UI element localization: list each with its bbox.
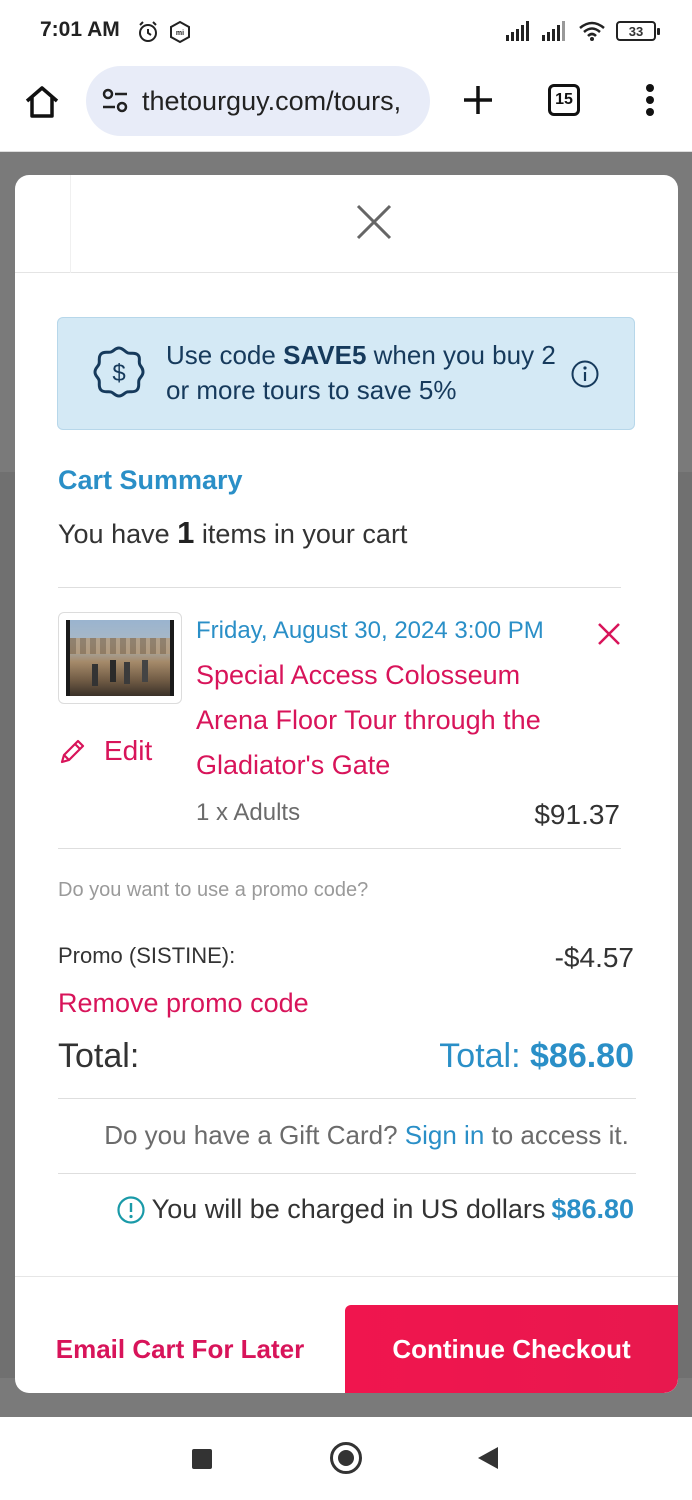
items-prefix: You have <box>58 519 178 549</box>
status-time: 7:01 AM <box>40 18 120 41</box>
total-label: Total: <box>58 1037 140 1075</box>
total-amount: $86.80 <box>530 1037 634 1075</box>
battery-icon: 33 <box>616 21 660 41</box>
tour-title[interactable]: Special Access Colosseum Arena Floor Tou… <box>196 653 596 788</box>
wifi-icon <box>579 21 605 41</box>
total-prefix: Total: <box>439 1037 530 1075</box>
recents-icon[interactable] <box>192 1449 212 1469</box>
divider <box>58 848 621 849</box>
promo-banner-text: Use code SAVE5 when you buy 2 or more to… <box>166 338 566 408</box>
edit-label[interactable]: Edit <box>104 735 152 767</box>
browser-toolbar: thetourguy.com/tours, 15 <box>0 62 692 152</box>
tour-date: Friday, August 30, 2024 3:00 PM <box>196 617 544 644</box>
items-suffix: items in your cart <box>194 519 408 549</box>
remove-promo-link[interactable]: Remove promo code <box>58 988 309 1019</box>
tour-quantity: 1 x Adults <box>196 799 301 826</box>
info-icon <box>117 1195 145 1224</box>
promo-code-prompt[interactable]: Do you want to use a promo code? <box>58 879 368 902</box>
gift-card-prompt: Do you have a Gift Card? Sign in to acce… <box>15 1120 678 1151</box>
tabs-icon[interactable]: 15 <box>548 84 580 116</box>
cart-modal: $ Use code SAVE5 when you buy 2 or more … <box>15 175 678 1393</box>
system-nav-bar <box>0 1417 692 1500</box>
charge-text: You will be charged in US dollars <box>151 1194 546 1224</box>
divider <box>58 587 621 588</box>
giftcard-text-after: to access it. <box>484 1120 629 1150</box>
modal-header <box>15 175 678 273</box>
tour-price: $91.37 <box>534 799 620 830</box>
items-count: 1 <box>177 515 195 550</box>
url-bar[interactable]: thetourguy.com/tours, <box>86 66 430 136</box>
pencil-icon <box>60 739 85 764</box>
new-tab-plus-icon[interactable] <box>458 80 498 120</box>
promo-code: SAVE5 <box>283 340 367 370</box>
currency-notice: You will be charged in US dollars $86.80 <box>116 1194 634 1225</box>
divider <box>58 1173 636 1174</box>
svg-text:mi: mi <box>176 30 184 37</box>
promo-label: Promo (SISTINE): <box>58 943 236 968</box>
info-icon[interactable] <box>570 359 600 389</box>
signal-icon <box>506 21 529 41</box>
cart-item-count: You have 1 items in your cart <box>58 515 407 551</box>
continue-checkout-button[interactable]: Continue Checkout <box>345 1305 678 1393</box>
site-settings-icon[interactable] <box>100 86 130 116</box>
close-icon[interactable] <box>355 203 393 241</box>
promo-text-before: Use code <box>166 340 284 370</box>
alarm-icon <box>139 21 157 42</box>
back-icon[interactable] <box>478 1447 498 1469</box>
remove-item-icon[interactable] <box>597 622 621 646</box>
giftcard-text-before: Do you have a Gift Card? <box>104 1120 405 1150</box>
tour-thumbnail <box>58 612 182 704</box>
email-cart-button[interactable]: Email Cart For Later <box>15 1305 345 1393</box>
home-nav-icon[interactable] <box>330 1442 362 1474</box>
signal-icon <box>542 21 565 41</box>
edit-item-button[interactable]: Edit <box>58 735 152 767</box>
colosseum-image <box>66 620 174 696</box>
charge-amount: $86.80 <box>551 1194 634 1224</box>
more-vert-icon[interactable] <box>640 80 660 120</box>
cart-summary-title: Cart Summary <box>58 465 243 495</box>
promo-discount: -$4.57 <box>554 942 634 973</box>
total-value: Total: $86.80 <box>439 1037 634 1076</box>
dollar-badge-icon: $ <box>93 346 145 398</box>
sign-in-link[interactable]: Sign in <box>405 1120 485 1150</box>
divider <box>58 1098 636 1099</box>
footer-divider <box>15 1276 678 1277</box>
url-text[interactable]: thetourguy.com/tours, <box>142 86 401 117</box>
status-bar: 7:01 AM mi 33 <box>0 0 692 62</box>
mi-icon: mi <box>170 20 190 44</box>
svg-text:$: $ <box>112 360 125 387</box>
home-icon[interactable] <box>22 82 62 122</box>
promo-banner: $ Use code SAVE5 when you buy 2 or more … <box>57 317 635 430</box>
status-right: 33 <box>506 20 660 42</box>
